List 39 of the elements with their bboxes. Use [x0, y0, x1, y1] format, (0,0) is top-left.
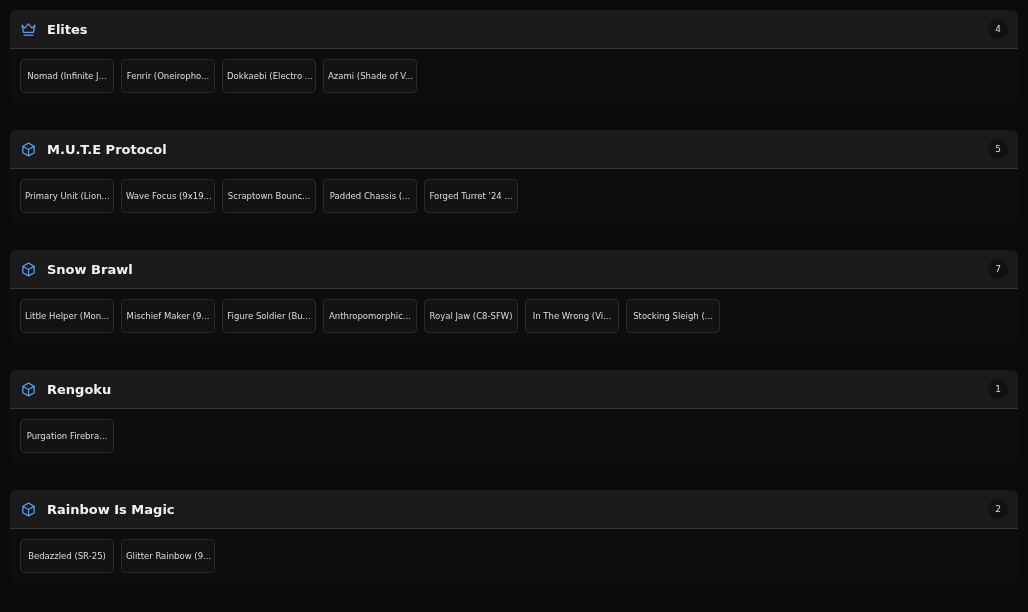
item-chip[interactable]: Purgation Firebra... [20, 419, 114, 453]
item-chip[interactable]: Dokkaebi (Electro ... [222, 59, 316, 93]
group-title: Rengoku [47, 381, 113, 397]
item-chip[interactable]: Azami (Shade of V... [323, 59, 417, 93]
cube-icon [20, 500, 37, 518]
item-chip[interactable]: Primary Unit (Lion... [20, 179, 114, 213]
group-title: Snow Brawl [47, 261, 134, 277]
group-title: Elites [47, 21, 89, 37]
count-badge: 1 [988, 379, 1008, 399]
item-chip[interactable]: Nomad (Infinite J... [20, 59, 114, 93]
item-chip[interactable]: In The Wrong (Vi... [525, 299, 619, 333]
item-chip[interactable]: Figure Soldier (Bu... [222, 299, 316, 333]
item-chip[interactable]: Forged Turret '24 ... [424, 179, 518, 213]
item-chip[interactable]: Fenrir (Oneiropho... [121, 59, 215, 93]
item-chip[interactable]: Padded Chassis (... [323, 179, 417, 213]
item-chip[interactable]: Little Helper (Mon... [20, 299, 114, 333]
cube-icon [20, 140, 37, 158]
cube-icon [20, 260, 37, 278]
item-chip[interactable]: Wave Focus (9x19... [121, 179, 215, 213]
group-title: M.U.T.E Protocol [47, 141, 168, 157]
item-chip[interactable]: Bedazzled (SR-25) [20, 539, 114, 573]
group-header[interactable]: Rainbow Is Magic 2 [10, 490, 1018, 529]
group-title: Rainbow Is Magic [47, 501, 176, 517]
count-badge: 5 [988, 139, 1008, 159]
cube-icon [20, 380, 37, 398]
item-chip[interactable]: Royal Jaw (C8-SFW) [424, 299, 518, 333]
group-header[interactable]: Snow Brawl 7 [10, 250, 1018, 289]
group-header[interactable]: M.U.T.E Protocol 5 [10, 130, 1018, 169]
item-chip[interactable]: Glitter Rainbow (9... [121, 539, 215, 573]
count-badge: 2 [988, 499, 1008, 519]
group-header[interactable]: Rengoku 1 [10, 370, 1018, 409]
count-badge: 4 [988, 19, 1008, 39]
count-badge: 7 [988, 259, 1008, 279]
item-chip[interactable]: Scraptown Bounc... [222, 179, 316, 213]
item-chip[interactable]: Stocking Sleigh (... [626, 299, 720, 333]
crown-icon [20, 20, 37, 38]
group-header[interactable]: Elites 4 [10, 10, 1018, 49]
item-chip[interactable]: Anthropomorphic... [323, 299, 417, 333]
item-chip[interactable]: Mischief Maker (9... [121, 299, 215, 333]
